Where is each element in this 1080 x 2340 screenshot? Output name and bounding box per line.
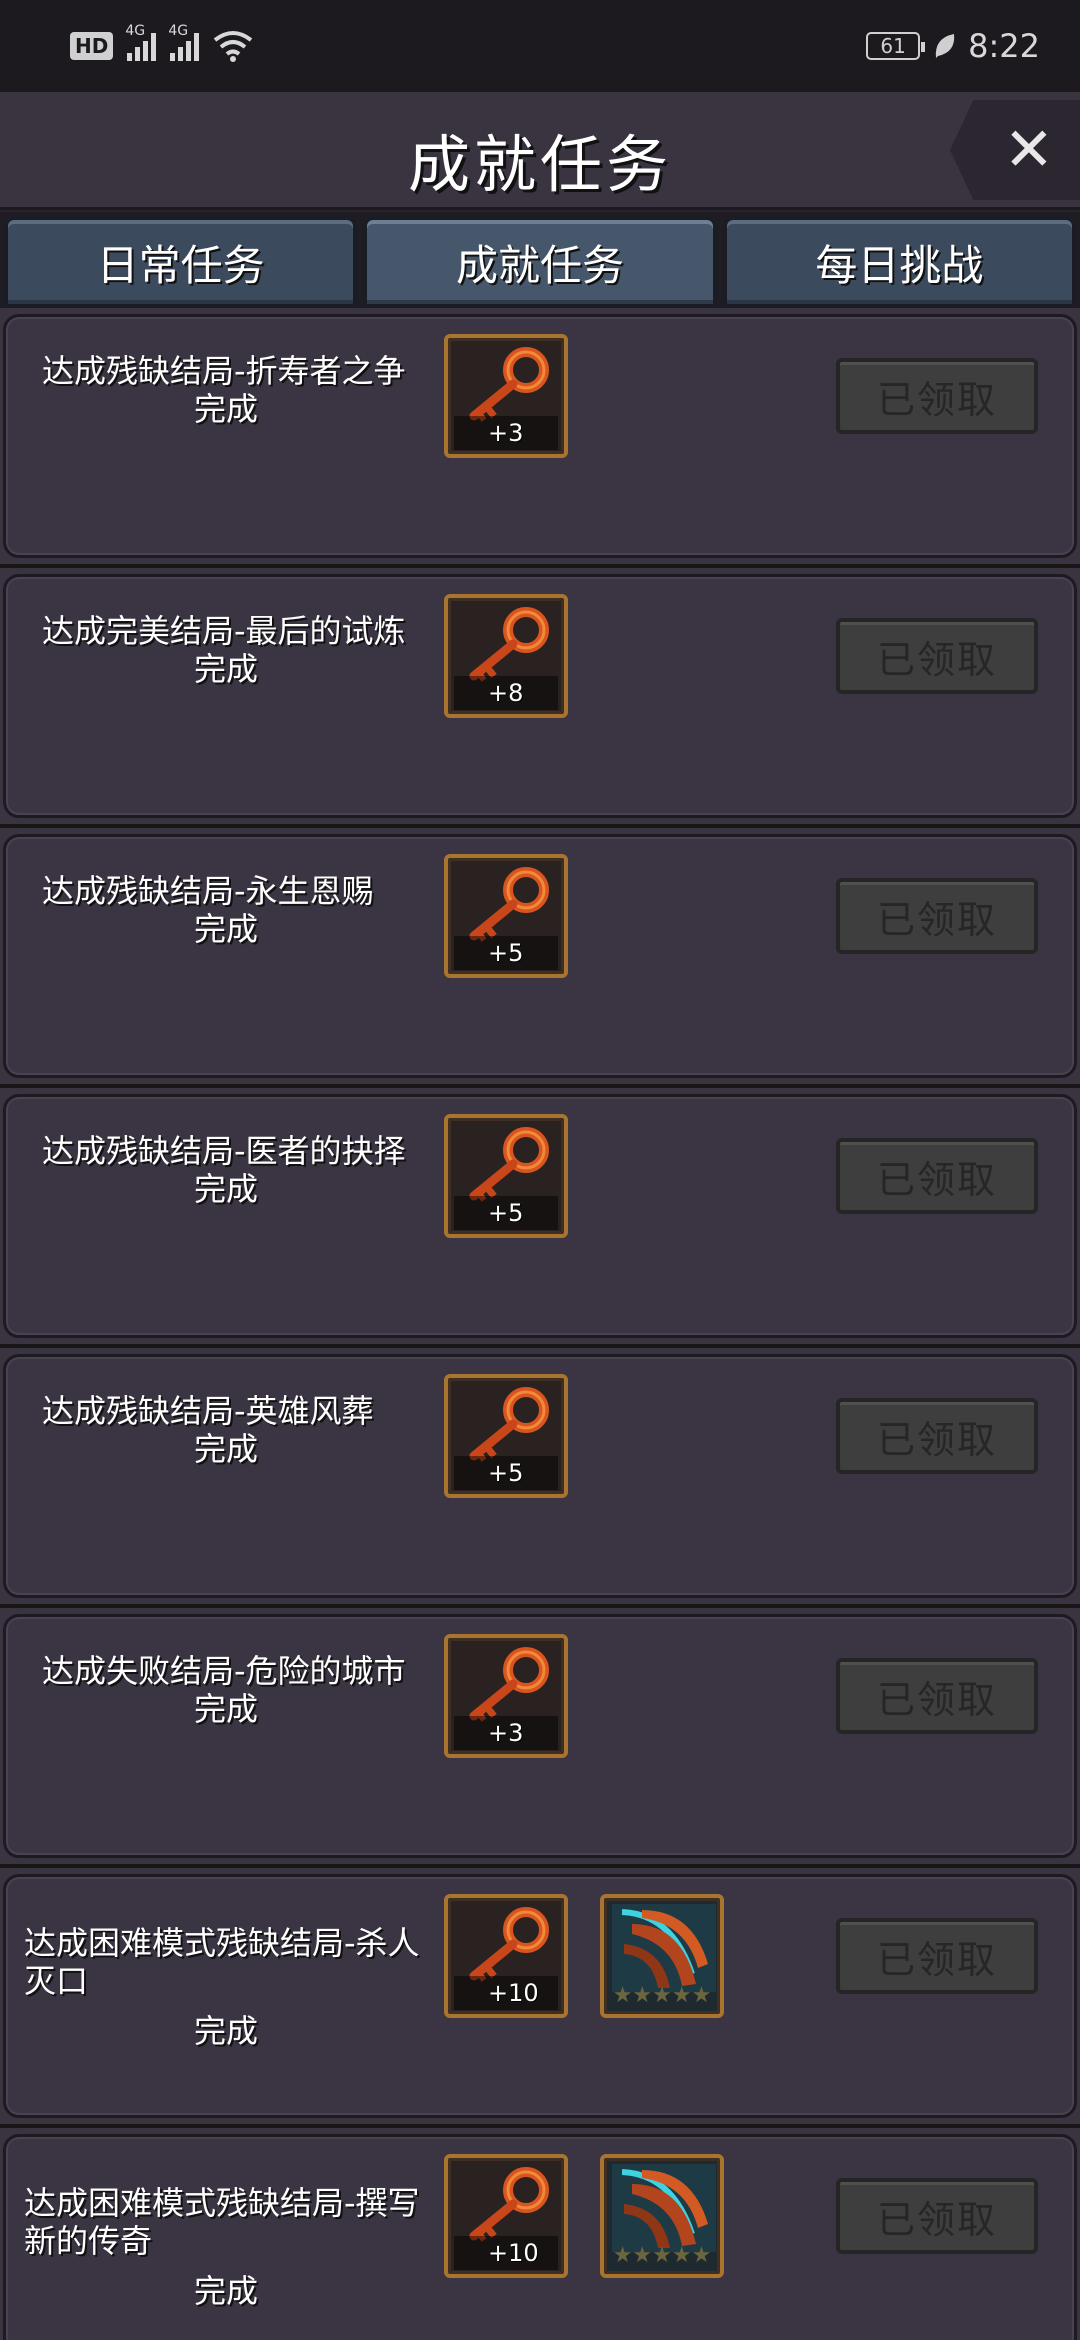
- reward-key-slot[interactable]: +8: [444, 594, 568, 718]
- status-right: 61 8:22: [866, 27, 1040, 65]
- key-icon: [469, 607, 549, 682]
- task-row: 达成残缺结局-英雄风葬 完成 +5 已领取: [0, 1348, 1080, 1608]
- key-icon: [469, 1127, 549, 1202]
- reward-count: +3: [454, 1716, 558, 1750]
- task-description: 达成残缺结局-永生恩赐 完成: [24, 872, 434, 948]
- wifi-icon: [214, 31, 253, 62]
- close-icon: ✕: [1003, 115, 1054, 185]
- reward-weapon-slot[interactable]: ★★★★★: [600, 2154, 724, 2278]
- reward-key-slot[interactable]: +5: [444, 1374, 568, 1498]
- claw-weapon-icon: [612, 2164, 716, 2252]
- key-icon: [469, 2167, 549, 2242]
- reward-count: +5: [454, 1456, 558, 1490]
- task-title: 达成残缺结局-永生恩赐: [42, 872, 374, 910]
- status-left: HD 4G 4G: [70, 23, 253, 62]
- tab-achievement-tasks[interactable]: 成就任务: [363, 216, 717, 308]
- task-description: 达成失败结局-危险的城市 完成: [24, 1652, 434, 1728]
- claimed-button[interactable]: 已领取: [836, 2178, 1038, 2254]
- signal-icon: 4G: [125, 23, 157, 61]
- task-status: 完成: [193, 390, 258, 428]
- reward-weapon-slot[interactable]: ★★★★★: [600, 1894, 724, 2018]
- task-status: 完成: [193, 910, 258, 948]
- claimed-button[interactable]: 已领取: [836, 358, 1038, 434]
- task-row: 达成困难模式残缺结局-撰写新的传奇完成 +10 ★★★★★ 已领取: [0, 2128, 1080, 2340]
- task-title: 达成残缺结局-折寿者之争: [42, 352, 406, 390]
- task-title: 达成残缺结局-医者的抉择: [42, 1132, 406, 1170]
- task-status: 完成: [193, 2012, 258, 2050]
- reward-key-slot[interactable]: +10: [444, 2154, 568, 2278]
- tab-daily-tasks[interactable]: 日常任务: [4, 216, 358, 308]
- sim1-label: 4G: [125, 23, 146, 39]
- hd-badge: HD: [70, 32, 114, 60]
- task-status: 完成: [193, 650, 258, 688]
- page-header: 成就任务 ✕: [0, 92, 1080, 210]
- tab-bar: 日常任务 成就任务 每日挑战: [0, 212, 1080, 308]
- reward-count: +3: [454, 416, 558, 450]
- reward-count: +10: [454, 2236, 558, 2270]
- task-description: 达成困难模式残缺结局-杀人灭口完成: [24, 1924, 434, 2050]
- claimed-button[interactable]: 已领取: [836, 1398, 1038, 1474]
- task-description: 达成残缺结局-医者的抉择 完成: [24, 1132, 434, 1208]
- task-title: 达成完美结局-最后的试炼: [42, 612, 406, 650]
- signal-icon: 4G: [168, 23, 200, 61]
- task-description: 达成残缺结局-折寿者之争 完成: [24, 352, 434, 428]
- task-status: 完成: [193, 1690, 258, 1728]
- reward-key-slot[interactable]: +3: [444, 334, 568, 458]
- leaf-icon: [935, 34, 955, 58]
- task-row: 达成困难模式残缺结局-杀人灭口完成 +10 ★★★★★ 已领取: [0, 1868, 1080, 2128]
- task-description: 达成残缺结局-英雄风葬 完成: [24, 1392, 434, 1468]
- task-status: 完成: [193, 2272, 258, 2310]
- page-title: 成就任务: [407, 128, 672, 201]
- claimed-button[interactable]: 已领取: [836, 1658, 1038, 1734]
- key-icon: [469, 1387, 549, 1462]
- battery-icon: 61: [866, 32, 926, 60]
- status-bar: HD 4G 4G 61 8:22: [0, 0, 1080, 92]
- task-status: 完成: [193, 1170, 258, 1208]
- task-row: 达成残缺结局-永生恩赐 完成 +5 已领取: [0, 828, 1080, 1088]
- star-rating: ★★★★★: [612, 2243, 712, 2268]
- reward-count: +5: [454, 1196, 558, 1230]
- claimed-button[interactable]: 已领取: [836, 878, 1038, 954]
- task-row: 达成失败结局-危险的城市 完成 +3 已领取: [0, 1608, 1080, 1868]
- reward-key-slot[interactable]: +3: [444, 1634, 568, 1758]
- claimed-button[interactable]: 已领取: [836, 618, 1038, 694]
- task-row: 达成完美结局-最后的试炼 完成 +8 已领取: [0, 568, 1080, 828]
- key-icon: [469, 347, 549, 422]
- reward-key-slot[interactable]: +5: [444, 1114, 568, 1238]
- sim2-label: 4G: [168, 23, 189, 39]
- task-status: 完成: [193, 1430, 258, 1468]
- reward-count: +8: [454, 676, 558, 710]
- reward-key-slot[interactable]: +10: [444, 1894, 568, 2018]
- task-list[interactable]: 达成残缺结局-折寿者之争 完成 +3 已领取 达成完美结局-最后的试炼 完成 +8 已领取…: [0, 308, 1080, 2340]
- task-description: 达成完美结局-最后的试炼 完成: [24, 612, 434, 688]
- claimed-button[interactable]: 已领取: [836, 1918, 1038, 1994]
- tab-daily-challenge[interactable]: 每日挑战: [722, 216, 1076, 308]
- task-title: 达成困难模式残缺结局-杀人灭口: [24, 1924, 420, 2000]
- reward-count: +5: [454, 936, 558, 970]
- task-row: 达成残缺结局-折寿者之争 完成 +3 已领取: [0, 308, 1080, 568]
- task-title: 达成困难模式残缺结局-撰写新的传奇: [24, 2184, 420, 2260]
- task-title: 达成残缺结局-英雄风葬: [42, 1392, 374, 1430]
- reward-count: +10: [454, 1976, 558, 2010]
- task-description: 达成困难模式残缺结局-撰写新的传奇完成: [24, 2184, 434, 2310]
- reward-key-slot[interactable]: +5: [444, 854, 568, 978]
- clock: 8:22: [968, 27, 1040, 65]
- star-rating: ★★★★★: [612, 1983, 712, 2008]
- task-row: 达成残缺结局-医者的抉择 完成 +5 已领取: [0, 1088, 1080, 1348]
- key-icon: [469, 867, 549, 942]
- task-title: 达成失败结局-危险的城市: [42, 1652, 406, 1690]
- key-icon: [469, 1907, 549, 1982]
- key-icon: [469, 1647, 549, 1722]
- close-button[interactable]: ✕: [950, 100, 1080, 200]
- claw-weapon-icon: [612, 1904, 716, 1992]
- claimed-button[interactable]: 已领取: [836, 1138, 1038, 1214]
